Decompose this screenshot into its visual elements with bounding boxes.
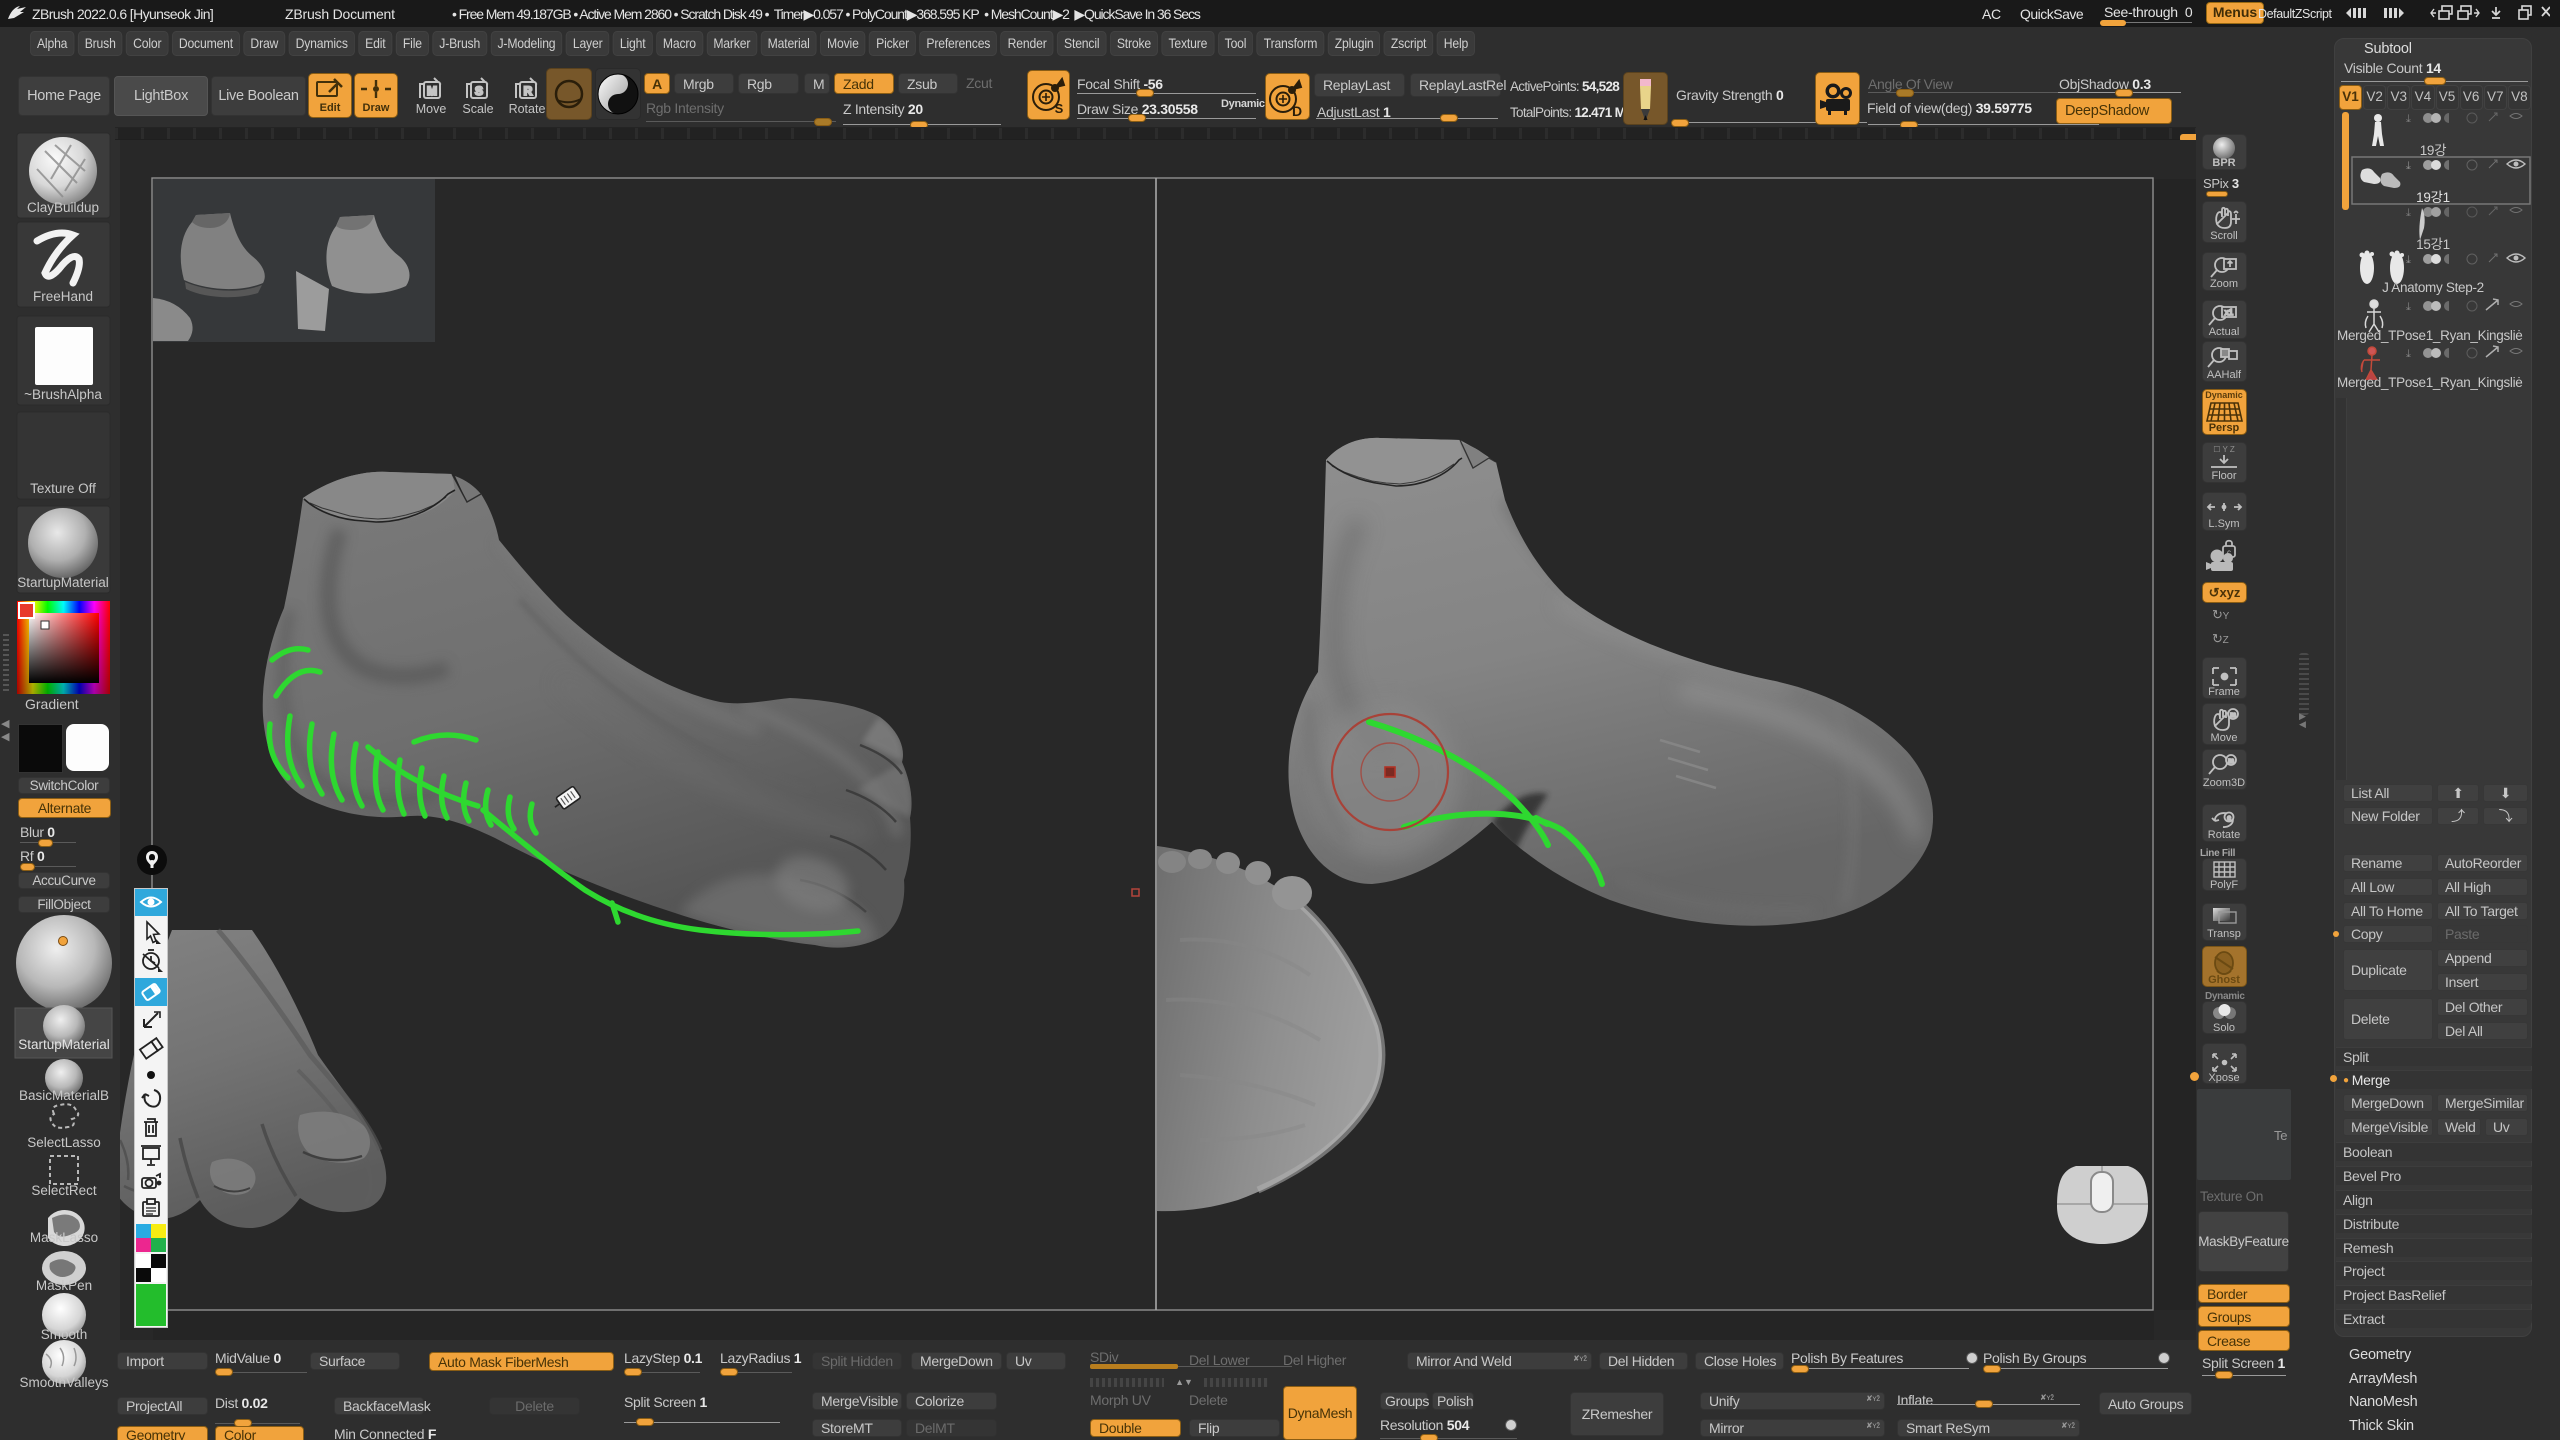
svg-text:⤓: ⤓ [2406,160,2411,172]
svg-text:⤓: ⤓ [2406,113,2411,125]
svg-text:BPR: BPR [2212,157,2235,169]
svg-text:Rotate: Rotate [509,102,546,116]
svg-text:MaskPen: MaskPen [36,1278,92,1293]
svg-text:Texture Off: Texture Off [30,481,96,496]
svg-text:M: M [427,84,437,98]
svg-text:StartupMaterial: StartupMaterial [17,575,109,590]
svg-text:Rotate: Rotate [2208,829,2240,841]
svg-text:S: S [475,84,483,98]
svg-text:Scroll: Scroll [2210,230,2238,242]
svg-text:Draw: Draw [363,102,390,114]
svg-text:☐ Y Z: ☐ Y Z [2213,445,2235,454]
svg-text:⤓: ⤓ [2406,348,2411,360]
svg-text:BasicMaterialB: BasicMaterialB [19,1088,109,1103]
svg-text:L.Sym: L.Sym [2208,518,2239,530]
svg-text:R: R [524,84,533,98]
svg-text:Edit: Edit [320,102,341,114]
svg-text:S: S [1055,101,1064,116]
svg-text:SelectRect: SelectRect [31,1183,97,1198]
svg-text:Move: Move [2211,732,2238,744]
svg-text:Solo: Solo [2213,1022,2235,1033]
svg-text:Smooth: Smooth [41,1327,88,1342]
svg-text:Persp: Persp [2209,422,2240,434]
svg-text:c: c [2227,548,2231,557]
svg-text:Actual: Actual [2209,326,2240,338]
svg-text:x1: x1 [2225,308,2234,317]
svg-text:D: D [1292,103,1302,119]
svg-text:Zoom: Zoom [2210,278,2238,290]
svg-text:Xpose: Xpose [2208,1072,2239,1083]
svg-text:StartupMaterial: StartupMaterial [18,1037,110,1052]
svg-text:m: m [2228,758,2234,765]
svg-text:Move: Move [416,102,447,116]
svg-text:SmoothValleys: SmoothValleys [19,1375,108,1390]
svg-text:⤓: ⤓ [2406,207,2411,219]
svg-text:⤓: ⤓ [2406,301,2411,313]
svg-text:MaskLasso: MaskLasso [30,1230,98,1245]
svg-text:m: m [2230,712,2236,719]
svg-text:SelectLasso: SelectLasso [27,1135,101,1150]
svg-text:Gradient: Gradient [25,696,79,711]
svg-text:AAHalf: AAHalf [2207,369,2242,381]
svg-text:⤓: ⤓ [2406,254,2411,266]
svg-text:Zoom3D: Zoom3D [2203,777,2245,789]
svg-text:Ghost: Ghost [2208,974,2240,986]
svg-text:ClayBuildup: ClayBuildup [27,200,99,215]
svg-text:Floor: Floor [2211,470,2236,482]
svg-text:Transp: Transp [2207,928,2241,940]
svg-text:c: c [2227,815,2231,822]
svg-text:~BrushAlpha: ~BrushAlpha [24,387,102,402]
svg-text:Scale: Scale [462,102,493,116]
svg-text:PolyF: PolyF [2210,879,2238,890]
svg-text:FreeHand: FreeHand [33,289,93,304]
svg-text:Frame: Frame [2208,686,2240,698]
svg-text:Dynamic: Dynamic [2205,390,2243,400]
